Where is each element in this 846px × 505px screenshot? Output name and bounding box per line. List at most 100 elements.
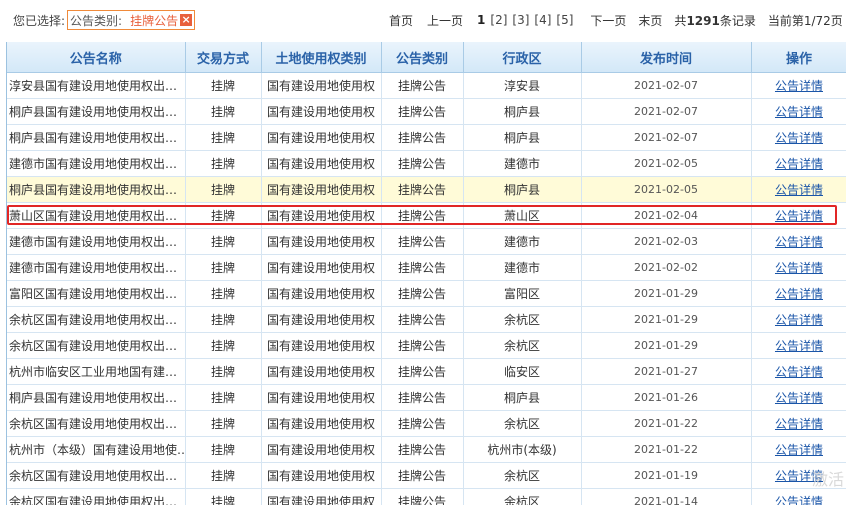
header-method[interactable]: 交易方式 — [185, 42, 262, 73]
row-date: 2021-01-29 — [581, 332, 752, 359]
table-row[interactable]: 桐庐县国有建设用地使用权出… 挂牌 国有建设用地使用权 挂牌公告 桐庐县 2021-02-… — [7, 124, 846, 151]
table-row[interactable]: 杭州市（本级）国有建设用地使… 挂牌 国有建设用地使用权 挂牌公告 杭州市(本级) 202… — [7, 436, 846, 463]
row-date: 2021-02-07 — [581, 72, 752, 99]
row-land-type: 国有建设用地使用权 — [261, 410, 382, 437]
row-district: 桐庐县 — [463, 176, 582, 203]
table-row[interactable]: 余杭区国有建设用地使用权出… 挂牌 国有建设用地使用权 挂牌公告 余杭区 2021-01-… — [7, 462, 846, 489]
detail-link[interactable]: 公告详情 — [775, 443, 823, 457]
row-method: 挂牌 — [185, 410, 262, 437]
table-row[interactable]: 桐庐县国有建设用地使用权出… 挂牌 国有建设用地使用权 挂牌公告 桐庐县 2021-02-… — [7, 176, 846, 203]
detail-link[interactable]: 公告详情 — [775, 209, 823, 223]
page-link-1[interactable]: 1 — [477, 13, 485, 27]
row-action: 公告详情 — [751, 150, 846, 177]
detail-link[interactable]: 公告详情 — [775, 105, 823, 119]
filter-tag-key: 公告类别: — [70, 13, 123, 28]
row-district: 余杭区 — [463, 462, 582, 489]
table-row[interactable]: 淳安县国有建设用地使用权出… 挂牌 国有建设用地使用权 挂牌公告 淳安县 2021-02-… — [7, 72, 846, 99]
detail-link[interactable]: 公告详情 — [775, 287, 823, 301]
row-name[interactable]: 余杭区国有建设用地使用权出… — [7, 410, 186, 437]
row-name[interactable]: 桐庐县国有建设用地使用权出… — [7, 98, 186, 125]
row-action: 公告详情 — [751, 72, 846, 99]
table-row[interactable]: 桐庐县国有建设用地使用权出… 挂牌 国有建设用地使用权 挂牌公告 桐庐县 2021-02-… — [7, 98, 846, 125]
detail-link[interactable]: 公告详情 — [775, 469, 823, 483]
row-name[interactable]: 余杭区国有建设用地使用权出… — [7, 462, 186, 489]
row-action: 公告详情 — [751, 410, 846, 437]
row-name[interactable]: 余杭区国有建设用地使用权出… — [7, 306, 186, 333]
next-page-link[interactable]: 下一页 — [590, 12, 626, 29]
announcement-table: 公告名称 交易方式 土地使用权类别 公告类别 行政区 发布时间 操作 淳安县国有… — [6, 42, 846, 505]
detail-link[interactable]: 公告详情 — [775, 495, 823, 505]
row-name[interactable]: 桐庐县国有建设用地使用权出… — [7, 384, 186, 411]
detail-link[interactable]: 公告详情 — [775, 417, 823, 431]
row-date: 2021-01-27 — [581, 358, 752, 385]
row-name[interactable]: 萧山区国有建设用地使用权出… — [7, 202, 186, 229]
row-name[interactable]: 余杭区国有建设用地使用权出… — [7, 332, 186, 359]
row-district: 桐庐县 — [463, 98, 582, 125]
detail-link[interactable]: 公告详情 — [775, 79, 823, 93]
filter-label: 您已选择: — [13, 13, 66, 28]
filter-tag[interactable]: 公告类别: 挂牌公告 × — [67, 10, 196, 30]
row-district: 余杭区 — [463, 306, 582, 333]
table-row[interactable]: 余杭区国有建设用地使用权出… 挂牌 国有建设用地使用权 挂牌公告 余杭区 2021-01-… — [7, 332, 846, 359]
row-date: 2021-01-19 — [581, 462, 752, 489]
header-category[interactable]: 公告类别 — [381, 42, 464, 73]
header-name[interactable]: 公告名称 — [7, 42, 186, 73]
row-name[interactable]: 淳安县国有建设用地使用权出… — [7, 72, 186, 99]
row-name[interactable]: 杭州市（本级）国有建设用地使… — [7, 436, 186, 463]
row-land-type: 国有建设用地使用权 — [261, 176, 382, 203]
table-row[interactable]: 杭州市临安区工业用地国有建… 挂牌 国有建设用地使用权 挂牌公告 临安区 2021-01-… — [7, 358, 846, 385]
detail-link[interactable]: 公告详情 — [775, 391, 823, 405]
detail-link[interactable]: 公告详情 — [775, 339, 823, 353]
table-row[interactable]: 建德市国有建设用地使用权出… 挂牌 国有建设用地使用权 挂牌公告 建德市 2021-02-… — [7, 228, 846, 255]
table-row[interactable]: 建德市国有建设用地使用权出… 挂牌 国有建设用地使用权 挂牌公告 建德市 2021-02-… — [7, 254, 846, 281]
detail-link[interactable]: 公告详情 — [775, 261, 823, 275]
row-action: 公告详情 — [751, 202, 846, 229]
row-name[interactable]: 富阳区国有建设用地使用权出… — [7, 280, 186, 307]
page-link-3[interactable]: [3] — [512, 13, 529, 27]
detail-link[interactable]: 公告详情 — [775, 365, 823, 379]
row-category: 挂牌公告 — [381, 228, 464, 255]
row-name[interactable]: 杭州市临安区工业用地国有建… — [7, 358, 186, 385]
detail-link[interactable]: 公告详情 — [775, 157, 823, 171]
header-district[interactable]: 行政区 — [463, 42, 582, 73]
row-district: 建德市 — [463, 228, 582, 255]
last-page-link[interactable]: 末页 — [638, 12, 662, 29]
detail-link[interactable]: 公告详情 — [775, 183, 823, 197]
total-count: 1291 — [686, 13, 720, 28]
row-name[interactable]: 桐庐县国有建设用地使用权出… — [7, 176, 186, 203]
detail-link[interactable]: 公告详情 — [775, 235, 823, 249]
row-land-type: 国有建设用地使用权 — [261, 488, 382, 505]
row-name[interactable]: 建德市国有建设用地使用权出… — [7, 150, 186, 177]
row-land-type: 国有建设用地使用权 — [261, 254, 382, 281]
page-link-4[interactable]: [4] — [534, 13, 551, 27]
table-row[interactable]: 桐庐县国有建设用地使用权出… 挂牌 国有建设用地使用权 挂牌公告 桐庐县 2021-01-… — [7, 384, 846, 411]
row-district: 建德市 — [463, 254, 582, 281]
row-name[interactable]: 余杭区国有建设用地使用权出… — [7, 488, 186, 505]
first-page-link[interactable]: 首页 — [389, 12, 413, 29]
row-method: 挂牌 — [185, 150, 262, 177]
table-row[interactable]: 余杭区国有建设用地使用权出… 挂牌 国有建设用地使用权 挂牌公告 余杭区 2021-01-… — [7, 488, 846, 505]
row-district: 杭州市(本级) — [463, 436, 582, 463]
row-name[interactable]: 建德市国有建设用地使用权出… — [7, 254, 186, 281]
header-land-type[interactable]: 土地使用权类别 — [261, 42, 382, 73]
table-row[interactable]: 余杭区国有建设用地使用权出… 挂牌 国有建设用地使用权 挂牌公告 余杭区 2021-01-… — [7, 306, 846, 333]
row-district: 桐庐县 — [463, 124, 582, 151]
row-land-type: 国有建设用地使用权 — [261, 124, 382, 151]
page-link-2[interactable]: [2] — [490, 13, 507, 27]
table-row[interactable]: 建德市国有建设用地使用权出… 挂牌 国有建设用地使用权 挂牌公告 建德市 2021-02-… — [7, 150, 846, 177]
table-row[interactable]: 富阳区国有建设用地使用权出… 挂牌 国有建设用地使用权 挂牌公告 富阳区 2021-01-… — [7, 280, 846, 307]
page-link-5[interactable]: [5] — [556, 13, 573, 27]
row-action: 公告详情 — [751, 228, 846, 255]
row-category: 挂牌公告 — [381, 254, 464, 281]
detail-link[interactable]: 公告详情 — [775, 313, 823, 327]
close-icon[interactable]: × — [180, 14, 193, 26]
row-action: 公告详情 — [751, 254, 846, 281]
row-name[interactable]: 桐庐县国有建设用地使用权出… — [7, 124, 186, 151]
row-category: 挂牌公告 — [381, 98, 464, 125]
prev-page-link[interactable]: 上一页 — [427, 12, 463, 29]
row-name[interactable]: 建德市国有建设用地使用权出… — [7, 228, 186, 255]
detail-link[interactable]: 公告详情 — [775, 131, 823, 145]
header-date[interactable]: 发布时间 — [581, 42, 752, 73]
table-row[interactable]: 余杭区国有建设用地使用权出… 挂牌 国有建设用地使用权 挂牌公告 余杭区 2021-01-… — [7, 410, 846, 437]
table-row[interactable]: 萧山区国有建设用地使用权出… 挂牌 国有建设用地使用权 挂牌公告 萧山区 2021-02-… — [7, 202, 846, 229]
